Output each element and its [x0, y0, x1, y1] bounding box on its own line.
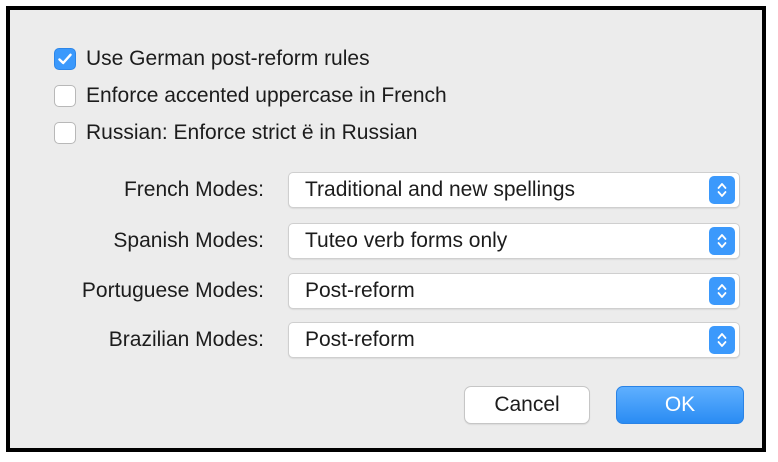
russian-strict-yo-checkbox[interactable]	[54, 122, 76, 144]
ok-button[interactable]: OK	[616, 386, 744, 424]
spanish-modes-value: Tuteo verb forms only	[305, 229, 508, 252]
french-modes-row: French Modes: Traditional and new spelli…	[10, 170, 750, 210]
up-down-arrows-icon	[709, 176, 735, 204]
up-down-arrows-icon	[709, 227, 735, 255]
portuguese-modes-row: Portuguese Modes: Post-reform	[10, 271, 750, 311]
spanish-modes-label: Spanish Modes:	[113, 229, 264, 252]
german-post-reform-option[interactable]: Use German post-reform rules	[54, 44, 370, 74]
up-down-arrows-icon	[709, 277, 735, 305]
cancel-button[interactable]: Cancel	[464, 386, 590, 424]
checkmark-icon	[58, 53, 72, 65]
spanish-modes-row: Spanish Modes: Tuteo verb forms only	[10, 221, 750, 261]
dialog-window: Use German post-reform rules Enforce acc…	[6, 6, 766, 452]
brazilian-modes-row: Brazilian Modes: Post-reform	[10, 320, 750, 360]
spanish-modes-popup[interactable]: Tuteo verb forms only	[288, 223, 740, 259]
portuguese-modes-popup[interactable]: Post-reform	[288, 273, 740, 309]
german-post-reform-label: Use German post-reform rules	[86, 47, 370, 70]
german-post-reform-checkbox[interactable]	[54, 48, 76, 70]
brazilian-modes-label: Brazilian Modes:	[108, 328, 264, 351]
up-down-arrows-icon	[709, 326, 735, 354]
french-modes-label: French Modes:	[123, 178, 264, 201]
brazilian-modes-value: Post-reform	[305, 328, 415, 351]
french-accented-uppercase-option[interactable]: Enforce accented uppercase in French	[54, 81, 447, 111]
portuguese-modes-value: Post-reform	[305, 279, 415, 302]
french-accented-uppercase-label: Enforce accented uppercase in French	[86, 84, 447, 107]
russian-strict-yo-option[interactable]: Russian: Enforce strict ë in Russian	[54, 118, 417, 148]
russian-strict-yo-label: Russian: Enforce strict ë in Russian	[86, 121, 418, 144]
french-accented-uppercase-checkbox[interactable]	[54, 85, 76, 107]
portuguese-modes-label: Portuguese Modes:	[81, 279, 264, 302]
french-modes-popup[interactable]: Traditional and new spellings	[288, 172, 740, 208]
french-modes-value: Traditional and new spellings	[305, 178, 576, 201]
brazilian-modes-popup[interactable]: Post-reform	[288, 322, 740, 358]
